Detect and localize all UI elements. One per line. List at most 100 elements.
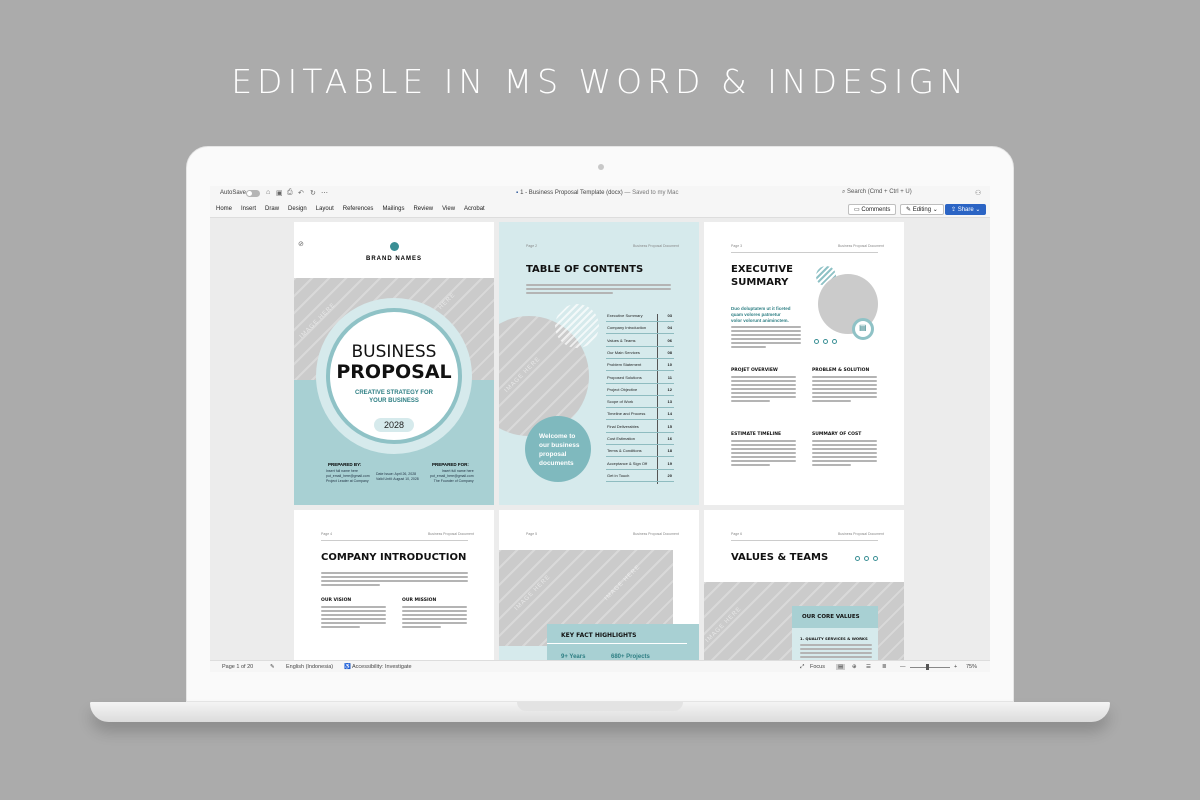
toc-item-label: Cost Estimation xyxy=(607,436,636,441)
home-icon[interactable]: ⌂ xyxy=(266,189,270,196)
facts-rule xyxy=(547,643,687,644)
exec-teal-line: volor volorunt animinctem. xyxy=(731,318,789,323)
toc-row[interactable]: Problem Statement 10 xyxy=(606,359,674,372)
exec-title-line2: SUMMARY xyxy=(731,277,789,288)
toc-row[interactable]: Timeline and Process 14 xyxy=(606,408,674,421)
zoom-out-button[interactable]: — xyxy=(900,664,906,670)
toc-item-page: 14 xyxy=(667,411,672,417)
ribbon-tab-review[interactable]: Review xyxy=(413,206,433,212)
document-title-text: 1 - Business Proposal Template (docx) xyxy=(520,190,623,196)
word-window: AutoSave ⌂ ▣ ⎙ ↶ ↻ ⋯ ▪ 1 - Business Propo… xyxy=(210,186,990,672)
toc-row[interactable]: Final Deliverables 15 xyxy=(606,421,674,433)
company-intro-text xyxy=(321,572,468,588)
toc-row[interactable]: Executive Summary 03 xyxy=(606,310,674,322)
more-icon[interactable]: ⋯ xyxy=(321,189,328,197)
brand-name: BRAND NAMES xyxy=(366,256,422,262)
toc-row[interactable]: Acceptance & Sign Off 19 xyxy=(606,458,674,470)
document-icon: ▤ xyxy=(859,323,867,332)
zoom-in-button[interactable]: + xyxy=(954,664,957,670)
ribbon-tab-layout[interactable]: Layout xyxy=(316,206,334,212)
save-icon[interactable]: ▣ xyxy=(276,189,283,197)
document-area[interactable]: ⊘ BRAND NAMES IMAGE HERE IMAGE HERE BUSI… xyxy=(210,218,990,660)
toc-row[interactable]: Company Introduction 04 xyxy=(606,322,674,335)
search-box[interactable]: ⌕ Search (Cmd + Ctrl + U) xyxy=(842,189,962,199)
ribbon-tab-acrobat[interactable]: Acrobat xyxy=(464,206,485,212)
autosave-label: AutoSave xyxy=(220,190,247,196)
page-values-teams[interactable]: Page 6 Business Proposal Document VALUES… xyxy=(704,510,904,660)
dates-line: Valid Until: August 10, 2028 xyxy=(376,477,419,481)
search-icon: ⌕ xyxy=(842,189,846,195)
ribbon: Home Insert Draw Design Layout References Mail… xyxy=(210,202,990,218)
print-layout-icon[interactable]: ▤ xyxy=(836,664,846,670)
toc-item-page: 06 xyxy=(667,337,672,343)
page-company-introduction[interactable]: Page 4 Business Proposal Document COMPAN… xyxy=(294,510,494,660)
header-rule xyxy=(321,540,468,541)
toc-item-page: 03 xyxy=(667,313,672,318)
toc-row[interactable]: Values & Teams 06 xyxy=(606,335,674,347)
page-doc-label: Business Proposal Document xyxy=(428,532,474,536)
section-summary-cost: SUMMARY OF COST xyxy=(812,432,862,437)
toc-intro-text xyxy=(526,284,671,296)
page-link-icon: ⊘ xyxy=(298,241,304,248)
page-key-facts[interactable]: Page 5 Business Proposal Document IMAGE … xyxy=(499,510,699,660)
toc-item-page: 04 xyxy=(667,325,672,331)
toc-item-label: Timeline and Process xyxy=(607,411,646,417)
toc-item-label: Get in Touch xyxy=(607,472,630,478)
camera-icon xyxy=(598,164,604,170)
core-values-title: OUR CORE VALUES xyxy=(802,614,860,620)
estimate-timeline-text xyxy=(731,440,796,468)
toc-item-page: 15 xyxy=(667,423,672,429)
page-cover[interactable]: ⊘ BRAND NAMES IMAGE HERE IMAGE HERE BUSI… xyxy=(294,222,494,505)
word-doc-icon: ▪ xyxy=(516,190,519,196)
undo-icon[interactable]: ↶ xyxy=(298,189,304,197)
ribbon-tab-insert[interactable]: Insert xyxy=(241,206,256,212)
zoom-slider[interactable] xyxy=(910,667,950,668)
accessibility-status[interactable]: Accessibility: Investigate xyxy=(352,664,412,670)
page-executive-summary[interactable]: Page 3 Business Proposal Document EXECUT… xyxy=(704,222,904,505)
comments-label: Comments xyxy=(861,207,891,213)
redo-icon[interactable]: ↻ xyxy=(310,189,316,197)
cover-dates: Date Issue: April 26, 2028 Valid Until: A… xyxy=(376,472,419,482)
page-count[interactable]: Page 1 of 20 xyxy=(222,664,253,670)
ribbon-tab-design[interactable]: Design xyxy=(288,206,307,212)
proofing-icon[interactable]: ✎ xyxy=(270,664,275,670)
toc-row[interactable]: Project Objective 12 xyxy=(606,384,674,396)
dot-indicator xyxy=(855,556,860,561)
toc-row[interactable]: Get in Touch 20 xyxy=(606,470,674,482)
ribbon-tab-mailings[interactable]: Mailings xyxy=(382,206,404,212)
toc-row[interactable]: Terms & Conditions 18 xyxy=(606,445,674,458)
prepared-for-line: The Founder of Company xyxy=(433,479,474,483)
autosave-toggle[interactable] xyxy=(246,190,260,197)
toc-item-label: Project Objective xyxy=(607,386,638,392)
core-value-text xyxy=(800,644,872,660)
comments-button[interactable]: ▭ Comments xyxy=(848,204,897,215)
share-button[interactable]: ⇪ Share ⌄ xyxy=(945,204,987,215)
ribbon-tab-references[interactable]: References xyxy=(343,206,374,212)
editing-button[interactable]: ✎ Editing ⌄ xyxy=(900,204,944,215)
cover-title-line2: PROPOSAL xyxy=(336,361,452,383)
ribbon-tab-view[interactable]: View xyxy=(442,206,455,212)
exec-teal-text: Duo doluptatem ut it ficeted quam volores… xyxy=(731,306,791,324)
language-indicator[interactable]: English (Indonesia) xyxy=(286,664,333,670)
outline-icon[interactable]: ☰ xyxy=(866,664,871,670)
account-icon[interactable]: ⚇ xyxy=(975,189,981,197)
ribbon-tab-home[interactable]: Home xyxy=(216,206,232,212)
toc-row[interactable]: Scope of Work 13 xyxy=(606,396,674,409)
header-rule xyxy=(731,540,878,541)
print-icon[interactable]: ⎙ xyxy=(287,189,293,197)
toc-item-label: Values & Teams xyxy=(607,337,636,343)
toc-row[interactable]: Our Main Services 08 xyxy=(606,347,674,359)
draft-icon[interactable]: ≣ xyxy=(882,664,887,670)
web-layout-icon[interactable]: ⊕ xyxy=(852,664,857,670)
page-table-of-contents[interactable]: Page 2 Business Proposal Document TABLE … xyxy=(499,222,699,505)
zoom-slider-thumb[interactable] xyxy=(926,664,929,670)
toc-row[interactable]: Proposed Solutions 11 xyxy=(606,372,674,384)
header-rule xyxy=(731,252,878,253)
ribbon-tab-draw[interactable]: Draw xyxy=(265,206,279,212)
focus-button[interactable]: Focus xyxy=(810,664,825,670)
zoom-level[interactable]: 75% xyxy=(966,664,977,670)
toc-welcome-text: Welcome to our business proposal documents xyxy=(539,432,579,468)
cover-subtitle-line2: YOUR BUSINESS xyxy=(369,398,419,404)
toc-item-label: Final Deliverables xyxy=(607,423,639,429)
toc-row[interactable]: Cost Estimation 16 xyxy=(606,433,674,445)
